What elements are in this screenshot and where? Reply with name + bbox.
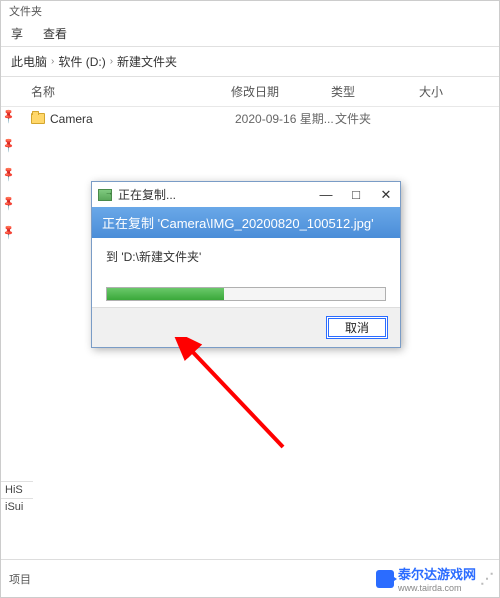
dialog-body: 到 'D:\新建文件夹' (92, 238, 400, 307)
watermark-url: www.tairda.com (398, 583, 476, 593)
folder-icon (31, 113, 45, 124)
ribbon-tab-share[interactable]: 享 (11, 25, 23, 42)
sidebar-item[interactable]: HiS (1, 481, 33, 498)
column-date[interactable]: 修改日期 (231, 83, 331, 100)
chevron-right-icon: › (51, 56, 54, 67)
dialog-titlebar[interactable]: 正在复制... — □ ✕ (92, 182, 400, 207)
pin-icon: 📌 (1, 224, 18, 241)
pin-icon: 📌 (1, 137, 18, 154)
watermark: 泰尔达游戏网 www.tairda.com ⋰ (376, 564, 491, 593)
pin-icon: 📌 (1, 108, 18, 125)
file-date: 2020-09-16 星期... (235, 110, 335, 127)
dest-path: 'D:\新建文件夹' (121, 250, 201, 264)
file-name: Camera (50, 112, 235, 126)
sidebar-item[interactable]: iSui (1, 498, 33, 515)
minimize-button[interactable]: — (318, 187, 334, 203)
pin-icon: 📌 (1, 195, 18, 212)
status-bar: 项目 泰尔达游戏网 www.tairda.com ⋰ (1, 559, 499, 597)
table-row[interactable]: Camera 2020-09-16 星期... 文件夹 (1, 107, 499, 130)
copy-dialog: 正在复制... — □ ✕ 正在复制 'Camera\IMG_20200820_… (91, 181, 401, 348)
quick-access-pins: 📌 📌 📌 📌 📌 (3, 111, 15, 238)
chevron-right-icon: › (110, 56, 113, 67)
breadcrumb-root[interactable]: 此电脑 (11, 53, 47, 70)
cancel-button[interactable]: 取消 (326, 316, 388, 339)
ribbon-tabs: 享 查看 (1, 21, 499, 47)
column-name[interactable]: 名称 (31, 83, 231, 100)
column-size[interactable]: 大小 (419, 83, 469, 100)
annotation-arrow-icon (173, 337, 293, 457)
dialog-banner: 正在复制 'Camera\IMG_20200820_100512.jpg' (92, 207, 400, 238)
close-button[interactable]: ✕ (378, 187, 394, 203)
dialog-footer: 取消 (92, 307, 400, 347)
columns-header: 名称 修改日期 类型 大小 (1, 77, 499, 107)
ribbon-tab-view[interactable]: 查看 (43, 25, 67, 42)
dest-prefix: 到 (106, 250, 121, 264)
watermark-brand: 泰尔达游戏网 (398, 564, 476, 583)
resize-grip-icon: ⋰ (480, 570, 491, 587)
copy-icon (98, 189, 112, 201)
dialog-title-text: 正在复制... (118, 186, 176, 203)
window-title: 文件夹 (1, 1, 499, 21)
progress-bar (106, 287, 386, 301)
watermark-logo-icon (376, 570, 394, 588)
maximize-button[interactable]: □ (348, 187, 364, 203)
file-type: 文件夹 (335, 110, 423, 127)
breadcrumb-drive[interactable]: 软件 (D:) (58, 53, 105, 70)
column-type[interactable]: 类型 (331, 83, 419, 100)
breadcrumb-folder[interactable]: 新建文件夹 (117, 53, 177, 70)
breadcrumb[interactable]: 此电脑 › 软件 (D:) › 新建文件夹 (1, 47, 499, 77)
pin-icon: 📌 (1, 166, 18, 183)
progress-fill (107, 288, 224, 300)
sidebar-bottom: HiS iSui (1, 481, 33, 515)
status-text: 项目 (9, 571, 31, 587)
